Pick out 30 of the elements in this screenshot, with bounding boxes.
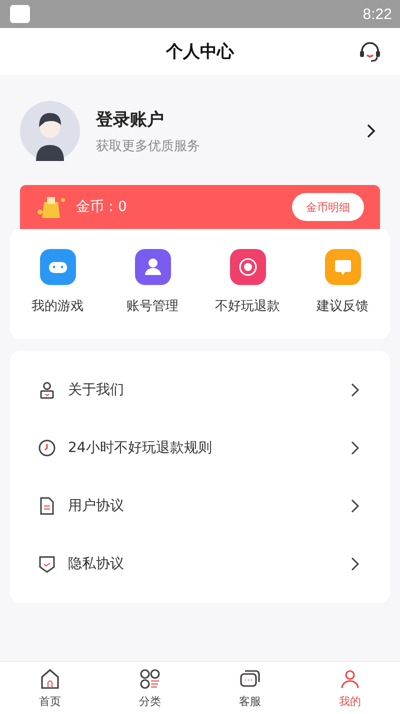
clock-icon: [38, 439, 56, 457]
avatar[interactable]: [20, 101, 80, 161]
menu-row[interactable]: 隐私协议: [10, 535, 390, 593]
feedback-icon: [324, 249, 360, 285]
coin-balance: 金币：0: [76, 198, 127, 216]
shortcut-item[interactable]: 不好玩退款: [200, 249, 295, 315]
account-icon: [134, 249, 170, 285]
headset-icon[interactable]: [358, 40, 382, 64]
menu-row[interactable]: 关于我们: [10, 361, 390, 419]
menu-row[interactable]: 24小时不好玩退款规则: [10, 419, 390, 477]
shortcut-item[interactable]: 建议反馈: [295, 249, 390, 315]
document-icon: [38, 497, 56, 515]
menu-row[interactable]: 用户协议: [10, 477, 390, 535]
person-icon: [38, 381, 56, 399]
coin-details-button[interactable]: 金币明细: [292, 193, 364, 221]
status-time: 8:22: [362, 6, 392, 22]
login-subtitle: 获取更多优质服务: [96, 138, 201, 154]
login-title[interactable]: 登录账户: [96, 108, 364, 130]
shield-icon: [38, 555, 56, 573]
page-title: 个人中心: [166, 41, 234, 63]
nav-tab[interactable]: 我的: [300, 662, 400, 714]
shortcut-item[interactable]: 账号管理: [105, 249, 200, 315]
person-icon: [339, 668, 361, 690]
nav-tab[interactable]: 分类: [100, 662, 200, 714]
category-icon: [139, 668, 161, 690]
nav-tab[interactable]: 首页: [0, 662, 100, 714]
home-icon: [39, 668, 61, 690]
nav-tab[interactable]: 客服: [200, 662, 300, 714]
shortcut-item[interactable]: 我的游戏: [10, 249, 105, 315]
chat-icon: [239, 668, 261, 690]
